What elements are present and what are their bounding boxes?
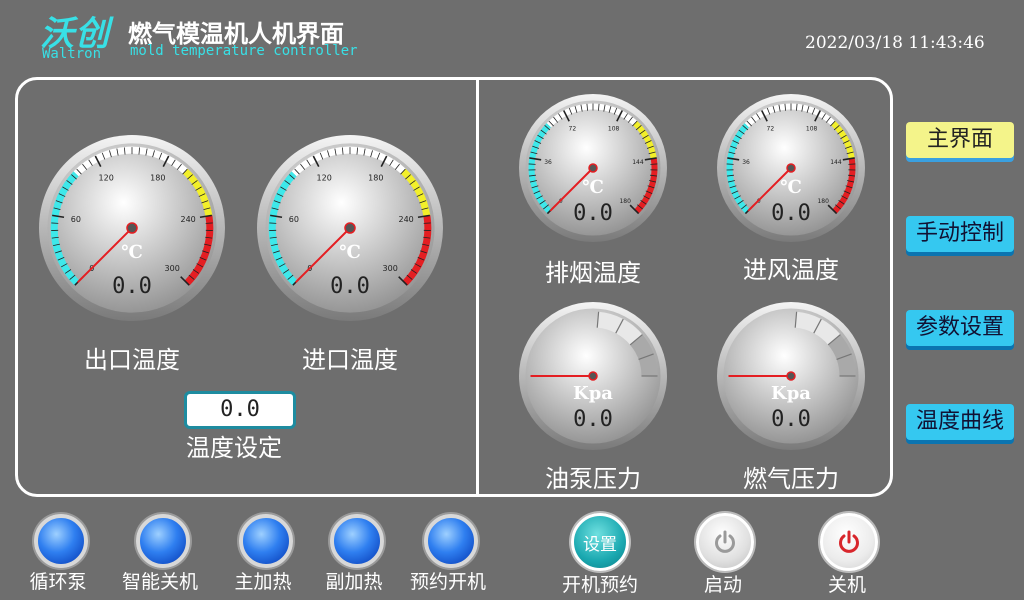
schedule-label: 开机预约 [561,574,638,596]
aux-heating-indicator [330,514,384,568]
temp-setpoint-input[interactable]: 0.0 [184,391,296,429]
exhaust-temp-gauge: 0 36 72 108 144 180 ℃ 0.0 [518,93,668,243]
gauge-tick-label: 180 [368,173,383,182]
shutdown-button[interactable] [820,513,878,571]
gauge-value: 0.0 [573,201,613,226]
outlet-temp-gauge: 060120180240300 ℃ 0.0 [38,134,226,322]
gauge-tick-label: 60 [71,215,81,224]
power-icon [839,530,859,553]
gauge-hub [786,371,796,381]
oil-pump-pressure-gauge: Kpa 0.0 [518,301,668,451]
smart-shutdown-indicator [136,514,190,568]
nav-temp-curve-button[interactable]: 温度曲线 [906,404,1014,440]
gauge-tick-label: 60 [289,215,299,224]
gauge-hub [126,222,138,234]
indicator-label: 预约开机 [409,571,486,593]
gauge-value: 0.0 [573,407,613,432]
nav-main-button[interactable]: 主界面 [906,122,1014,158]
schedule-button-label: 设置 [583,534,617,555]
gauge-tick-label: 72 [767,125,775,132]
brand-logo-en: Waltron [42,46,102,62]
gauge-tick-label: 144 [632,159,644,166]
gauge-value: 0.0 [771,407,811,432]
gauge-value: 0.0 [330,274,370,299]
schedule-settings-button[interactable]: 设置 [571,513,629,571]
gauge-unit: ℃ [339,242,361,263]
main-heating-indicator [239,514,293,568]
gauge-value: 0.0 [112,274,152,299]
gauge-tick-label: 180 [150,173,165,182]
gauge-unit: Kpa [573,383,613,404]
gauge-tick-label: 240 [398,215,413,224]
gauge-tick-label: 108 [608,125,620,132]
start-label: 启动 [703,574,742,596]
indicator-label: 循环泵 [29,571,87,593]
gauge-unit: ℃ [582,177,604,198]
inlet-temp-label: 进口温度 [302,346,398,374]
gauge-tick-label: 240 [180,215,195,224]
gauge-unit: Kpa [771,383,811,404]
outlet-temp-label: 出口温度 [84,346,180,374]
exhaust-temp-label: 排烟温度 [545,259,641,287]
power-icon [715,530,735,553]
gauge-tick-label: 300 [165,264,180,273]
gauge-tick-label: 72 [569,125,577,132]
datetime-display: 2022/03/18 11:43:46 [805,33,985,53]
temp-setpoint-label: 温度设定 [186,434,282,462]
gauge-hub [588,163,598,173]
page-subtitle: mold temperature controller [130,43,358,59]
gauge-tick-label: 300 [383,264,398,273]
gauge-tick-label: 108 [806,125,818,132]
gauge-value: 0.0 [771,201,811,226]
gauge-unit: ℃ [121,242,143,263]
gauge-hub [588,371,598,381]
start-button[interactable] [696,513,754,571]
gauge-unit: ℃ [780,177,802,198]
intake-temp-label: 进风温度 [743,256,839,284]
circulation-pump-indicator [34,514,88,568]
gauge-hub [786,163,796,173]
gauge-tick-label: 36 [544,159,552,166]
inlet-temp-gauge: 060120180240300 ℃ 0.0 [256,134,444,322]
shutdown-label: 关机 [827,574,866,596]
indicator-label: 智能关机 [121,571,198,593]
gas-pressure-gauge: Kpa 0.0 [716,301,866,451]
gauge-hub [344,222,356,234]
gauge-tick-label: 144 [830,159,842,166]
gauge-tick-label: 120 [317,173,332,182]
gauge-tick-label: 36 [742,159,750,166]
oil-pump-pressure-label: 油泵压力 [545,465,641,493]
gas-pressure-label: 燃气压力 [743,465,839,493]
scheduled-start-indicator [424,514,478,568]
nav-parameters-button[interactable]: 参数设置 [906,310,1014,346]
intake-temp-gauge: 0 36 72 108 144 180 ℃ 0.0 [716,93,866,243]
gauge-tick-label: 120 [99,173,114,182]
panel-divider [476,80,479,497]
nav-manual-control-button[interactable]: 手动控制 [906,216,1014,252]
